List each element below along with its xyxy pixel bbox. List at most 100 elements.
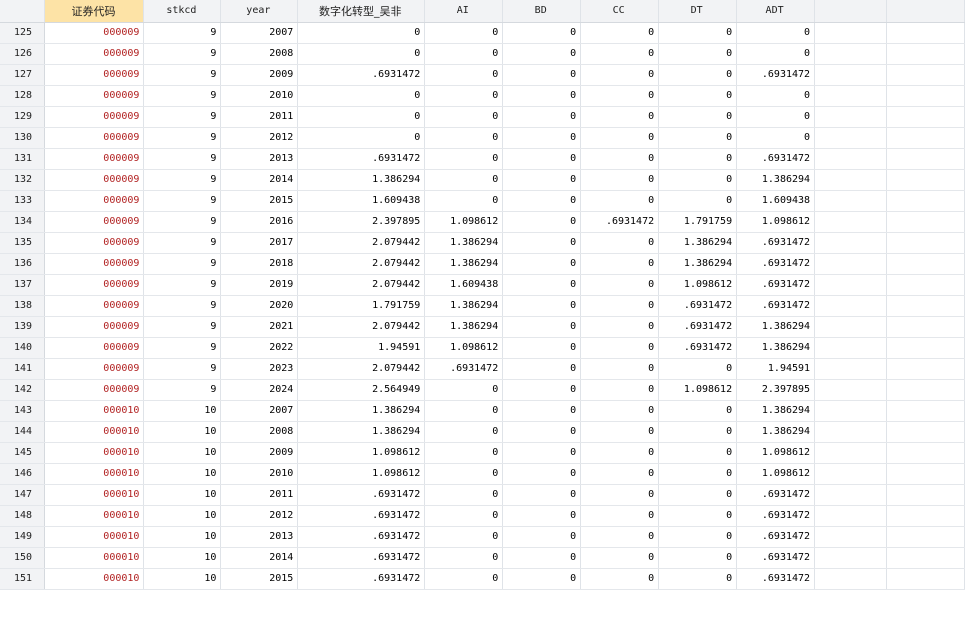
- cell-year[interactable]: 2008: [220, 421, 299, 443]
- table-row[interactable]: 127 000009 9 2009.6931472 0 0 0 0.6931472: [0, 64, 965, 86]
- cell-year[interactable]: 2020: [220, 295, 299, 317]
- cell-ai[interactable]: 0: [424, 379, 504, 401]
- cell-stkcd[interactable]: 9: [143, 85, 222, 107]
- cell-dt[interactable]: 0: [658, 463, 738, 485]
- empty-cell[interactable]: [886, 505, 965, 527]
- row-number[interactable]: 143: [0, 400, 46, 422]
- empty-cell[interactable]: [886, 232, 965, 254]
- cell-cc[interactable]: 0: [580, 337, 660, 359]
- column-header-digital-transformation[interactable]: 数字化转型_吴非: [297, 0, 426, 23]
- column-header-adt[interactable]: ADT: [736, 0, 816, 23]
- cell-dt[interactable]: .6931472: [658, 337, 738, 359]
- table-row[interactable]: 144 000010 10 2008 1.386294 0 0 0 0 1.386294: [0, 421, 965, 443]
- table-row[interactable]: 147 000010 10 2011.6931472 0 0 0 0.6931472: [0, 484, 965, 506]
- cell-dt[interactable]: 0: [658, 22, 738, 44]
- cell-adt[interactable]: 1.386294: [736, 421, 816, 443]
- table-row[interactable]: 145 000010 10 2009 1.098612 0 0 0 0 1.098612: [0, 442, 965, 464]
- cell-adt[interactable]: 2.397895: [736, 379, 816, 401]
- cell-cc[interactable]: 0: [580, 148, 660, 170]
- cell-zqdm[interactable]: 000009: [44, 106, 145, 128]
- empty-cell[interactable]: [814, 547, 887, 569]
- cell-ai[interactable]: 1.386294: [424, 232, 504, 254]
- table-row[interactable]: 146 000010 10 2010 1.098612 0 0 0 0 1.098612: [0, 463, 965, 485]
- empty-cell[interactable]: [814, 442, 887, 464]
- cell-digital-transformation[interactable]: 1.386294: [297, 400, 426, 422]
- cell-zqdm[interactable]: 000010: [44, 526, 145, 548]
- cell-bd[interactable]: 0: [502, 211, 582, 233]
- cell-adt[interactable]: .6931472: [736, 64, 816, 86]
- cell-stkcd[interactable]: 9: [143, 106, 222, 128]
- empty-cell[interactable]: [886, 421, 965, 443]
- cell-year[interactable]: 2023: [220, 358, 299, 380]
- table-row[interactable]: 134 000009 9 2016 2.397895 1.098612 0.6931472 1…: [0, 211, 965, 233]
- cell-bd[interactable]: 0: [502, 274, 582, 296]
- cell-zqdm[interactable]: 000010: [44, 484, 145, 506]
- cell-ai[interactable]: 0: [424, 526, 504, 548]
- row-number[interactable]: 148: [0, 505, 46, 527]
- empty-cell[interactable]: [814, 274, 887, 296]
- cell-adt[interactable]: 1.098612: [736, 211, 816, 233]
- cell-year[interactable]: 2011: [220, 484, 299, 506]
- cell-zqdm[interactable]: 000010: [44, 442, 145, 464]
- row-number[interactable]: 138: [0, 295, 46, 317]
- table-row[interactable]: 143 000010 10 2007 1.386294 0 0 0 0 1.386294: [0, 400, 965, 422]
- empty-cell[interactable]: [886, 358, 965, 380]
- cell-adt[interactable]: .6931472: [736, 484, 816, 506]
- empty-cell[interactable]: [814, 505, 887, 527]
- empty-cell[interactable]: [814, 169, 887, 191]
- empty-cell[interactable]: [886, 22, 965, 44]
- cell-cc[interactable]: 0: [580, 190, 660, 212]
- cell-zqdm[interactable]: 000009: [44, 127, 145, 149]
- cell-ai[interactable]: 0: [424, 505, 504, 527]
- table-row[interactable]: 140 000009 9 2022 1.94591 1.098612 0 0.6931472 1…: [0, 337, 965, 359]
- cell-zqdm[interactable]: 000009: [44, 253, 145, 275]
- empty-cell[interactable]: [814, 400, 887, 422]
- empty-cell[interactable]: [886, 148, 965, 170]
- cell-adt[interactable]: .6931472: [736, 547, 816, 569]
- cell-zqdm[interactable]: 000009: [44, 22, 145, 44]
- empty-cell[interactable]: [886, 169, 965, 191]
- empty-cell[interactable]: [814, 127, 887, 149]
- empty-cell[interactable]: [886, 211, 965, 233]
- empty-cell[interactable]: [814, 463, 887, 485]
- cell-cc[interactable]: 0: [580, 400, 660, 422]
- cell-stkcd[interactable]: 10: [143, 526, 222, 548]
- cell-zqdm[interactable]: 000009: [44, 43, 145, 65]
- cell-year[interactable]: 2013: [220, 526, 299, 548]
- cell-digital-transformation[interactable]: 2.079442: [297, 274, 426, 296]
- cell-dt[interactable]: 0: [658, 505, 738, 527]
- cell-dt[interactable]: 1.791759: [658, 211, 738, 233]
- table-row[interactable]: 126 000009 9 2008 0 0 0 0 0 0: [0, 43, 965, 65]
- empty-cell[interactable]: [886, 547, 965, 569]
- table-row[interactable]: 151 000010 10 2015.6931472 0 0 0 0.6931472: [0, 568, 965, 590]
- cell-year[interactable]: 2010: [220, 463, 299, 485]
- cell-dt[interactable]: 0: [658, 106, 738, 128]
- cell-zqdm[interactable]: 000009: [44, 274, 145, 296]
- cell-cc[interactable]: 0: [580, 43, 660, 65]
- cell-digital-transformation[interactable]: 1.791759: [297, 295, 426, 317]
- cell-digital-transformation[interactable]: .6931472: [297, 64, 426, 86]
- cell-stkcd[interactable]: 9: [143, 43, 222, 65]
- cell-year[interactable]: 2015: [220, 568, 299, 590]
- empty-cell[interactable]: [886, 253, 965, 275]
- cell-ai[interactable]: 0: [424, 421, 504, 443]
- empty-cell[interactable]: [886, 316, 965, 338]
- cell-bd[interactable]: 0: [502, 85, 582, 107]
- cell-ai[interactable]: 1.098612: [424, 211, 504, 233]
- cell-dt[interactable]: 0: [658, 421, 738, 443]
- cell-cc[interactable]: 0: [580, 484, 660, 506]
- cell-bd[interactable]: 0: [502, 148, 582, 170]
- cell-digital-transformation[interactable]: 1.098612: [297, 463, 426, 485]
- cell-year[interactable]: 2021: [220, 316, 299, 338]
- cell-digital-transformation[interactable]: 2.397895: [297, 211, 426, 233]
- cell-zqdm[interactable]: 000010: [44, 547, 145, 569]
- cell-ai[interactable]: 0: [424, 190, 504, 212]
- cell-adt[interactable]: 0: [736, 127, 816, 149]
- row-number[interactable]: 136: [0, 253, 46, 275]
- cell-stkcd[interactable]: 10: [143, 484, 222, 506]
- cell-cc[interactable]: 0: [580, 295, 660, 317]
- cell-zqdm[interactable]: 000010: [44, 400, 145, 422]
- cell-dt[interactable]: 0: [658, 547, 738, 569]
- cell-year[interactable]: 2013: [220, 148, 299, 170]
- empty-cell[interactable]: [886, 484, 965, 506]
